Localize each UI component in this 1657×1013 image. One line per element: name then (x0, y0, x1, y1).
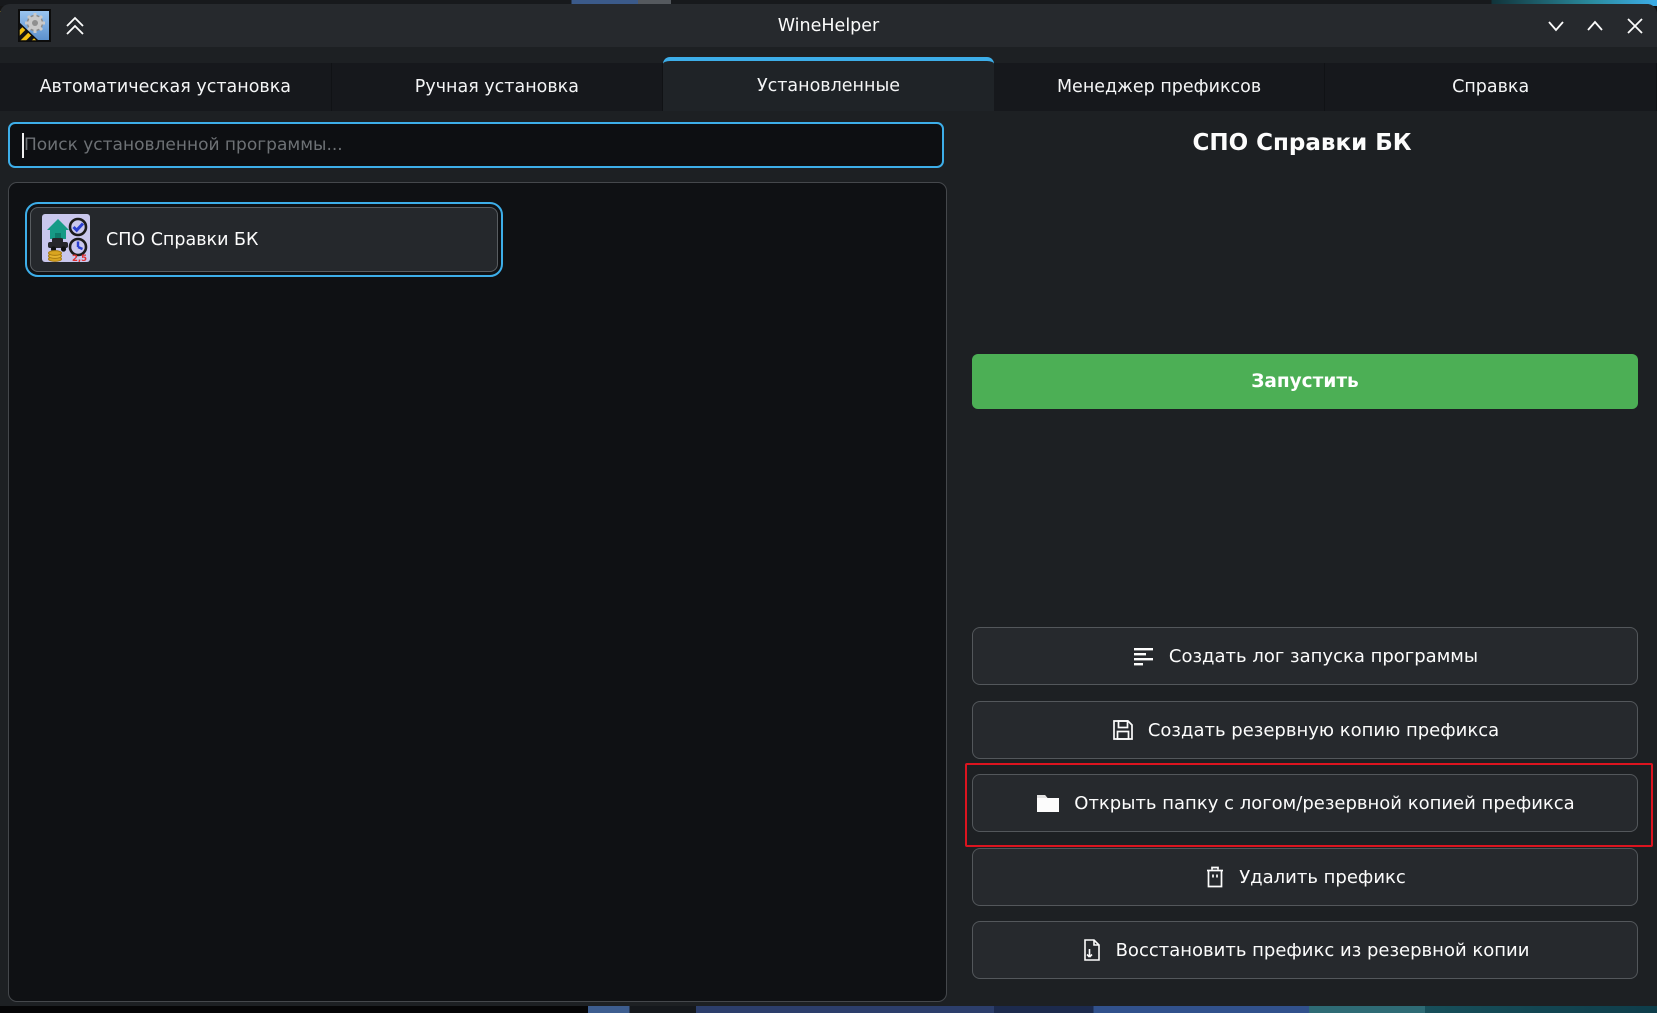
winehelper-window: WineHelper (0, 4, 1657, 1006)
trash-icon (1204, 865, 1226, 889)
search-input[interactable] (8, 122, 944, 168)
tab-manual-install[interactable]: Ручная установка (332, 63, 664, 111)
maximize-button[interactable] (1579, 10, 1611, 42)
tab-automatic-install[interactable]: Автоматическая установка (0, 63, 332, 111)
chevron-down-icon (1543, 13, 1569, 39)
close-icon (1622, 13, 1648, 39)
restore-prefix-button[interactable]: Восстановить префикс из резервной копии (972, 921, 1638, 979)
keep-above-button[interactable] (62, 13, 88, 39)
svg-text:2,5: 2,5 (72, 254, 87, 262)
list-item-label: СПО Справки БК (106, 230, 258, 250)
installed-programs-list[interactable]: 2,5 СПО Справки БК (8, 182, 947, 1002)
winehelper-app-icon[interactable] (18, 9, 51, 42)
tab-prefix-manager[interactable]: Менеджер префиксов (994, 63, 1326, 111)
restore-document-icon (1081, 938, 1103, 962)
chevron-up-icon (1582, 13, 1608, 39)
list-item-spo-spravki-bk[interactable]: 2,5 СПО Справки БК (25, 202, 503, 277)
folder-icon (1035, 792, 1061, 814)
desktop-bottom-strip (0, 1006, 1657, 1013)
run-button[interactable]: Запустить (972, 354, 1638, 409)
tab-help[interactable]: Справка (1325, 63, 1657, 111)
titlebar[interactable]: WineHelper (0, 4, 1657, 47)
selected-program-title: СПО Справки БК (947, 130, 1657, 156)
text-caret (22, 133, 24, 158)
close-button[interactable] (1619, 10, 1651, 42)
spo-spravki-bk-app-icon: 2,5 (42, 214, 90, 266)
minimize-button[interactable] (1540, 10, 1572, 42)
floppy-save-icon (1111, 718, 1135, 742)
screen: { "window": { "title": "WineHelper", "ti… (0, 0, 1657, 1013)
tab-installed[interactable]: Установленные (663, 57, 994, 111)
log-lines-icon (1132, 644, 1156, 668)
create-log-button[interactable]: Создать лог запуска программы (972, 627, 1638, 685)
backup-prefix-button[interactable]: Создать резервную копию префикса (972, 701, 1638, 759)
open-log-backup-folder-button[interactable]: Открыть папку с логом/резервной копией п… (972, 774, 1638, 832)
tab-bar: Автоматическая установка Ручная установк… (0, 57, 1657, 111)
delete-prefix-button[interactable]: Удалить префикс (972, 848, 1638, 906)
chevrons-up-icon (63, 14, 87, 38)
window-title: WineHelper (0, 4, 1657, 47)
